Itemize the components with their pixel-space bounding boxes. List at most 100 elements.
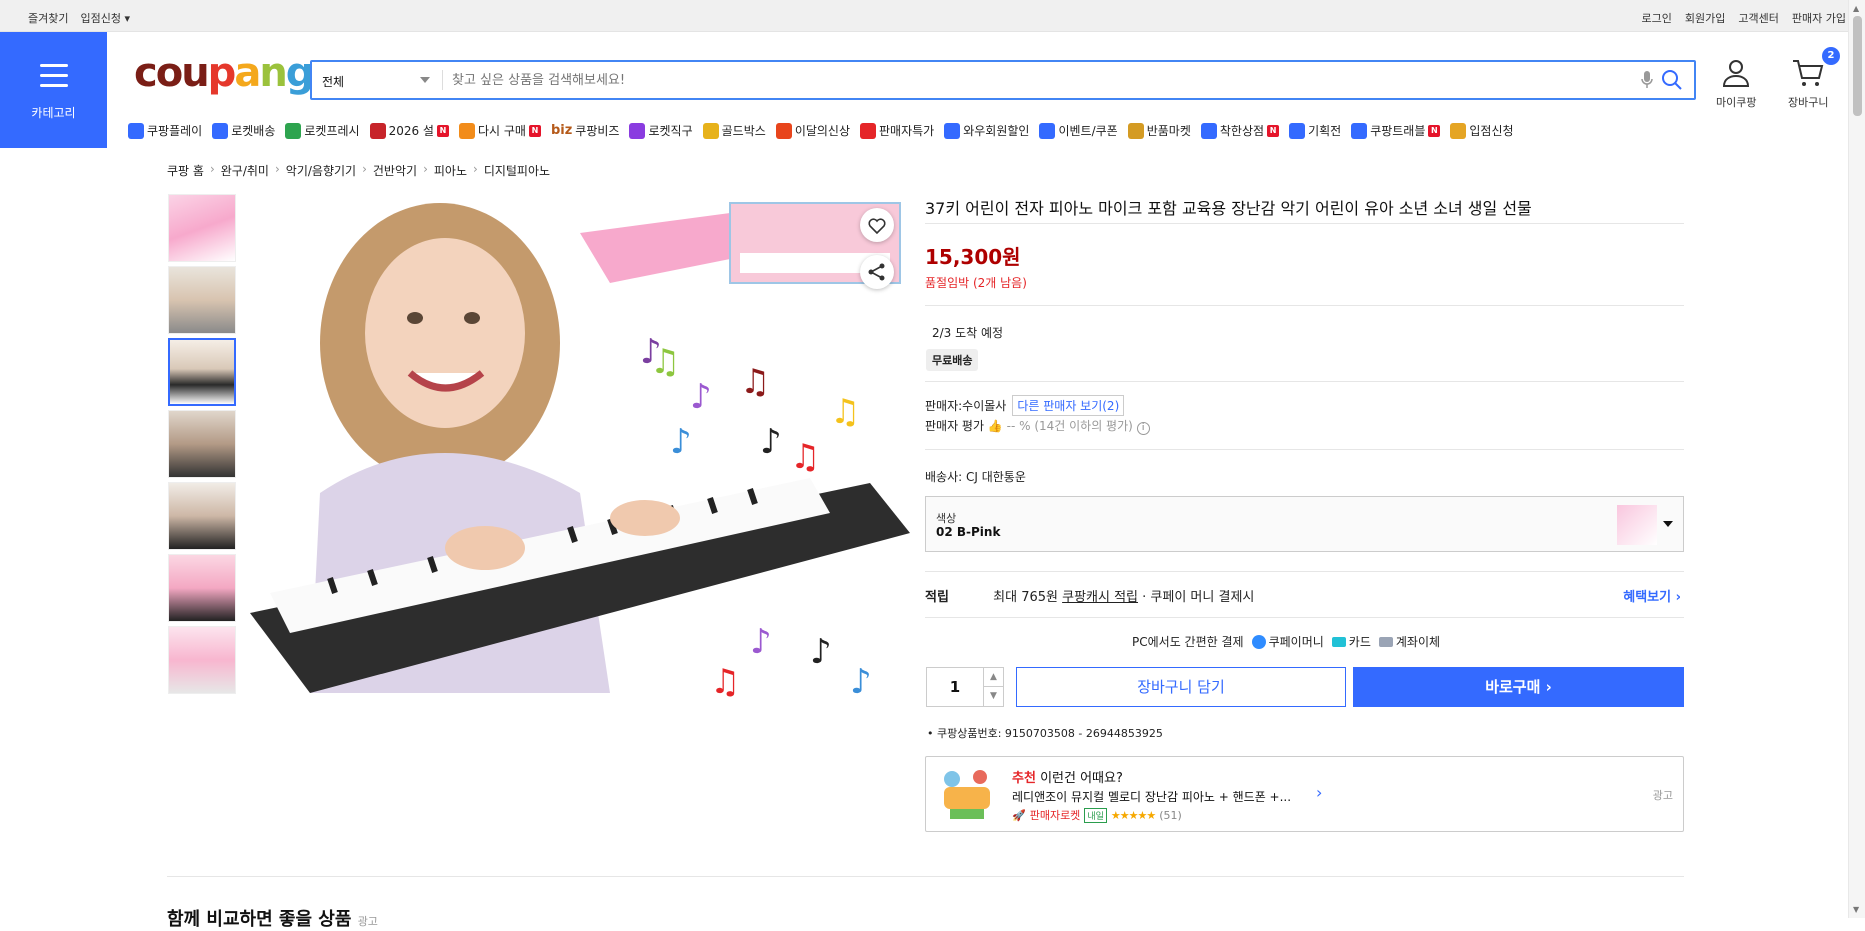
card-icon: [1331, 636, 1346, 647]
share-button[interactable]: [860, 255, 894, 289]
seller-signup-link[interactable]: 판매자 가입: [1792, 10, 1846, 26]
menu-icon: [775, 122, 792, 139]
menu-item[interactable]: 판매자특가: [860, 122, 934, 139]
breadcrumb-item[interactable]: 디지털피아노: [484, 162, 550, 179]
seller-info: 판매자:수이몰사 다른 판매자 보기(2): [925, 395, 1125, 416]
coupang-logo[interactable]: coupang: [134, 50, 314, 96]
thumbnail[interactable]: [168, 626, 236, 694]
menu-item[interactable]: 로켓직구: [629, 122, 693, 139]
product-price: 15,300원: [925, 245, 1021, 269]
quantity-up-icon[interactable]: ▲: [983, 668, 1003, 687]
menu-icon: [1200, 122, 1217, 139]
menu-item-label: 기획전: [1308, 124, 1342, 138]
menu-item-label: 반품마켓: [1146, 124, 1191, 138]
menu-item[interactable]: 이벤트/쿠폰: [1039, 122, 1118, 139]
seller-apply-link[interactable]: 입점신청 ▾: [80, 10, 130, 26]
share-icon: [868, 263, 885, 281]
menu-item-label: 2026 설: [388, 124, 434, 138]
thumbnail-selected[interactable]: [168, 338, 236, 406]
breadcrumb-item[interactable]: 완구/취미: [221, 162, 269, 179]
recommendation-card[interactable]: 추천 이런건 어때요? 레디앤조이 뮤지컬 멜로디 장난감 피아노 + 핸드폰 …: [925, 756, 1684, 832]
menu-item[interactable]: 입점신청: [1450, 122, 1514, 139]
breadcrumb-item[interactable]: 피아노: [434, 162, 467, 179]
chevron-right-icon[interactable]: ›: [1316, 783, 1322, 802]
service-menu: 쿠팡플레이 로켓배송 로켓프레시 2026 설 N 다시 구매 Nbiz 쿠팡비즈 로켓직구 골드…: [128, 122, 1514, 139]
other-sellers-button[interactable]: 다른 판매자 보기(2): [1012, 395, 1125, 416]
scroll-up-icon[interactable]: ▲: [1853, 4, 1859, 13]
menu-item[interactable]: 착한상점 N: [1200, 122, 1280, 139]
svg-text:♫: ♫: [650, 342, 680, 382]
menu-item[interactable]: 기획전: [1289, 122, 1341, 139]
menu-icon: [944, 122, 961, 139]
menu-item[interactable]: 로켓배송: [212, 122, 275, 139]
cart-icon: [1793, 60, 1824, 86]
scrollbar-thumb[interactable]: [1853, 16, 1862, 116]
menu-item[interactable]: biz 쿠팡비즈: [551, 122, 620, 139]
cart-button[interactable]: 장바구니: [1788, 58, 1828, 110]
benefits-link[interactable]: 혜택보기 ›: [1623, 586, 1681, 605]
svg-text:♫: ♫: [710, 662, 740, 702]
svg-text:♪: ♪: [670, 422, 692, 462]
login-link[interactable]: 로그인: [1642, 10, 1672, 26]
breadcrumb-separator-icon: ›: [423, 162, 428, 176]
product-main-image[interactable]: ♪ ♪ ♫ ♪ ♪ ♫ ♫ ♫ ♫ ♪ ♪ ♪: [250, 193, 910, 723]
color-option-select[interactable]: 색상 02 B-Pink: [925, 496, 1684, 552]
svg-text:♪: ♪: [690, 377, 712, 417]
info-icon[interactable]: i: [1136, 422, 1150, 435]
menu-item[interactable]: 로켓프레시: [285, 122, 360, 139]
signup-link[interactable]: 회원가입: [1685, 10, 1725, 26]
search-icon[interactable]: [1660, 68, 1684, 92]
breadcrumb-separator-icon: ›: [274, 162, 280, 176]
menu-item-label: 판매자특가: [879, 124, 935, 138]
thumbnail[interactable]: [168, 554, 236, 622]
hamburger-icon: [40, 64, 68, 94]
thumbnail[interactable]: [168, 194, 236, 262]
search-category-select[interactable]: 전체: [312, 62, 442, 98]
menu-item-label: 와우회원할인: [963, 124, 1030, 138]
microphone-icon[interactable]: [1640, 70, 1654, 90]
menu-item-label: 쿠팡비즈: [575, 124, 620, 138]
product-photo: ♪ ♪ ♫ ♪ ♪ ♫ ♫ ♫ ♫ ♪ ♪ ♪: [250, 193, 910, 723]
seller-rating: 판매자 평가 👍 -- % (14건 이하의 평가) i: [925, 417, 1150, 435]
menu-item[interactable]: 와우회원할인: [944, 122, 1029, 139]
thumbnail[interactable]: [168, 266, 236, 334]
breadcrumb-item[interactable]: 건반악기: [373, 162, 417, 179]
thumbnail[interactable]: [168, 410, 236, 478]
vertical-scrollbar[interactable]: ▲ ▼: [1848, 0, 1865, 918]
quantity-down-icon[interactable]: ▼: [983, 687, 1003, 706]
coupang-cash-link[interactable]: 쿠팡캐시 적립: [1062, 590, 1138, 605]
menu-item[interactable]: 반품마켓: [1127, 122, 1191, 139]
seller-name[interactable]: 수이몰사: [962, 399, 1006, 413]
my-coupang-button[interactable]: 마이쿠팡: [1716, 58, 1756, 110]
quantity-input[interactable]: 1: [927, 668, 983, 706]
thumbnail[interactable]: [168, 482, 236, 550]
search-bar: 전체: [310, 60, 1696, 100]
quantity-stepper: 1 ▲ ▼: [926, 667, 1004, 707]
menu-item-label: 로켓배송: [231, 124, 276, 138]
breadcrumb-item[interactable]: 쿠팡 홈: [167, 162, 204, 179]
scroll-down-icon[interactable]: ▼: [1853, 905, 1859, 914]
category-label: 카테고리: [31, 106, 76, 120]
menu-item[interactable]: 쿠팡플레이: [128, 122, 202, 139]
bookmark-link[interactable]: 즐겨찾기: [28, 10, 68, 26]
menu-icon: [1351, 122, 1368, 139]
menu-item[interactable]: 이달의신상: [775, 122, 851, 139]
category-menu-button[interactable]: 카테고리: [0, 32, 107, 148]
menu-item[interactable]: 2026 설N: [369, 122, 449, 139]
add-to-cart-button[interactable]: 장바구니 담기: [1016, 667, 1346, 707]
menu-item[interactable]: 다시 구매 N: [458, 122, 541, 139]
menu-item[interactable]: 쿠팡트래블 N: [1351, 122, 1441, 139]
new-badge: N: [436, 124, 449, 137]
menu-icon: [128, 122, 144, 139]
recommended-product-name[interactable]: 레디앤조이 뮤지컬 멜로디 장난감 피아노 + 핸드폰 +...: [1012, 788, 1291, 805]
buy-now-button[interactable]: 바로구매 ›: [1353, 667, 1684, 707]
new-badge: N: [1428, 124, 1441, 137]
menu-item-label: 쿠팡플레이: [147, 124, 203, 138]
menu-item-label: 이달의신상: [794, 124, 851, 138]
favorite-button[interactable]: [860, 208, 894, 242]
breadcrumb-item[interactable]: 악기/음향기기: [286, 162, 356, 179]
customer-center-link[interactable]: 고객센터: [1738, 10, 1778, 26]
dropdown-arrow-icon: [1663, 521, 1673, 527]
search-input[interactable]: [452, 68, 1452, 92]
menu-item[interactable]: 골드박스: [702, 122, 766, 139]
